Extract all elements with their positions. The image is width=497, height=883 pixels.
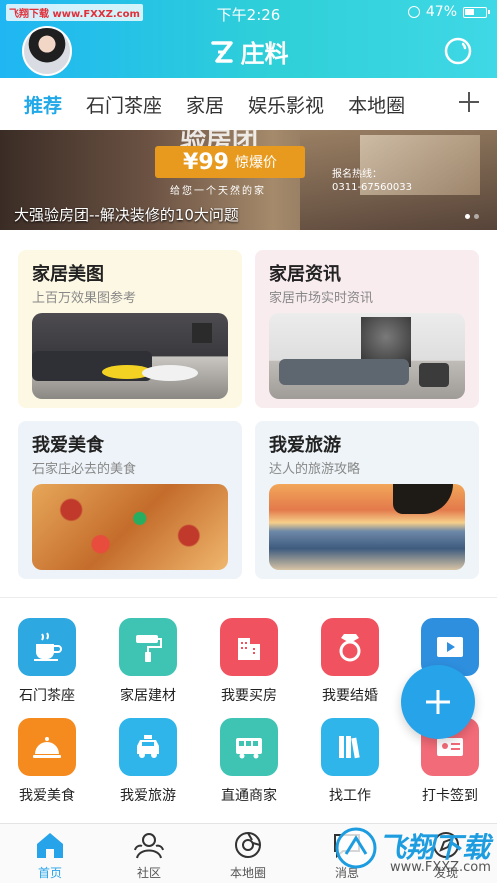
nav-local-circle[interactable]: 本地圈 (208, 830, 288, 881)
rotation-lock-icon (407, 6, 420, 18)
price-badge: ¥99 惊爆价 (155, 146, 305, 178)
nav-home[interactable]: 首页 (10, 830, 90, 881)
hotline-number: 0311-67560033 (332, 182, 412, 193)
service-label: 石门茶座 (19, 688, 75, 704)
service-label: 打卡签到 (422, 788, 478, 804)
nav-label: 本地圈 (229, 866, 266, 880)
banner-pagination (465, 214, 479, 219)
banner-caption: 大强验房团--解决装修的10大问题 (14, 206, 239, 224)
card-subtitle: 石家庄必去的美食 (32, 462, 137, 477)
nav-label: 社区 (136, 866, 161, 880)
beach-image (269, 484, 465, 570)
service-label: 我要买房 (221, 688, 277, 704)
add-tab-button[interactable] (457, 90, 481, 114)
add-post-button[interactable] (401, 665, 475, 739)
nav-label: 首页 (37, 866, 62, 880)
home-icon (10, 830, 90, 860)
top-header: 飞翔下载 www.FXXZ.com 下午2:26 47% 庄料 (0, 0, 497, 78)
banner-price-tag: 惊爆价 (234, 155, 277, 171)
service-label: 我要结婚 (322, 688, 378, 704)
books-icon (321, 718, 379, 776)
battery-icon (463, 6, 490, 18)
app-name: 庄料 (240, 40, 289, 68)
card-subtitle: 上百万效果图参考 (32, 291, 137, 306)
service-label: 家居建材 (120, 688, 176, 704)
app-logo: 庄料 (0, 34, 497, 69)
service-food[interactable]: 我爱美食 (1, 718, 93, 805)
service-travel[interactable]: 我爱旅游 (102, 718, 194, 805)
card-title: 我爱美食 (32, 435, 104, 456)
camera-circle-icon (208, 830, 288, 860)
watermark-logo-icon (335, 827, 377, 869)
section-divider (0, 597, 497, 598)
card-title: 家居资讯 (269, 264, 341, 285)
nav-community[interactable]: 社区 (109, 830, 189, 881)
card-subtitle: 家居市场实时资讯 (269, 291, 374, 306)
service-label: 直通商家 (221, 788, 277, 804)
search-button[interactable] (443, 36, 473, 66)
bus-icon (220, 718, 278, 776)
card-title: 家居美图 (32, 264, 104, 285)
service-jobs[interactable]: 找工作 (304, 718, 396, 805)
banner-slogan: 给您一个天然的家 (170, 186, 266, 197)
food-image (32, 484, 228, 570)
card-home-gallery[interactable]: 家居美图 上百万效果图参考 (18, 250, 242, 408)
paint-roller-icon (119, 618, 177, 676)
service-shimen-teahouse[interactable]: 石门茶座 (1, 618, 93, 705)
community-icon (109, 830, 189, 860)
card-subtitle: 达人的旅游攻略 (269, 462, 361, 477)
watermark: 飞翔下载 www.FXXZ.com (330, 820, 497, 883)
food-cloche-icon (18, 718, 76, 776)
pagination-dot (474, 214, 479, 219)
search-icon (444, 37, 472, 65)
promo-banner[interactable]: 验房团 ¥99 惊爆价 给您一个天然的家 报名热线： 0311-67560033… (0, 130, 497, 230)
service-wedding[interactable]: 我要结婚 (304, 618, 396, 705)
service-label: 我爱美食 (19, 788, 75, 804)
plus-icon (459, 92, 479, 112)
service-buy-house[interactable]: 我要买房 (203, 618, 295, 705)
logo-icon (209, 39, 235, 65)
card-food[interactable]: 我爱美食 石家庄必去的美食 (18, 421, 242, 579)
service-label: 找工作 (329, 788, 371, 804)
ring-icon (321, 618, 379, 676)
plus-icon (426, 690, 450, 714)
category-tabs: 推荐 石门茶座 家居 娱乐影视 本地圈 (0, 78, 497, 130)
service-home-materials[interactable]: 家居建材 (102, 618, 194, 705)
tab-home[interactable]: 家居 (186, 91, 224, 118)
status-right: 47% (407, 4, 490, 20)
tab-local[interactable]: 本地圈 (348, 91, 405, 118)
status-bar: 飞翔下载 www.FXXZ.com 下午2:26 47% (0, 0, 497, 26)
banner-hotline: 报名热线： 0311-67560033 (332, 168, 412, 194)
battery-percent: 47% (425, 4, 457, 20)
service-label: 我爱旅游 (120, 788, 176, 804)
service-merchants[interactable]: 直通商家 (203, 718, 295, 805)
card-home-news[interactable]: 家居资讯 家居市场实时资讯 (255, 250, 479, 408)
pagination-dot-active (465, 214, 470, 219)
interior-image (269, 313, 465, 399)
banner-price: ¥99 (183, 149, 229, 175)
tab-entertainment[interactable]: 娱乐影视 (248, 91, 324, 118)
card-travel[interactable]: 我爱旅游 达人的旅游攻略 (255, 421, 479, 579)
tab-shimen-teahouse[interactable]: 石门茶座 (86, 91, 162, 118)
living-room-image (32, 313, 228, 399)
tea-cup-icon (18, 618, 76, 676)
card-title: 我爱旅游 (269, 435, 341, 456)
watermark-url: www.FXXZ.com (390, 860, 491, 875)
hotline-label: 报名热线： (332, 169, 382, 180)
tab-recommend[interactable]: 推荐 (24, 91, 62, 118)
building-icon (220, 618, 278, 676)
taxi-icon (119, 718, 177, 776)
